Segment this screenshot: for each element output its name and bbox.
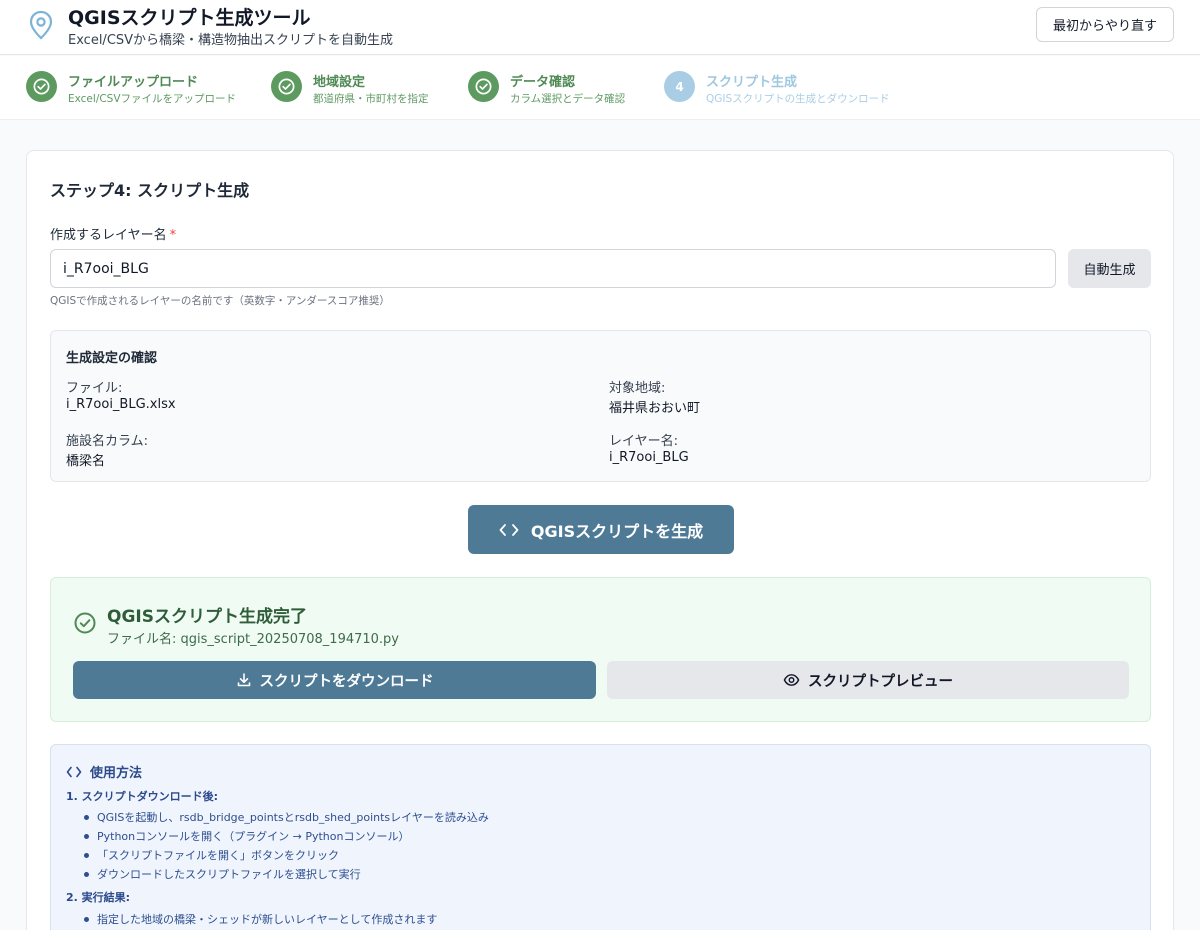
restart-button[interactable]: 最初からやり直す xyxy=(1036,7,1174,42)
file-value: i_R7ooi_BLG.xlsx xyxy=(66,397,176,412)
usage-list: QGISを起動し、rsdb_bridge_pointsとrsdb_shed_po… xyxy=(81,809,489,885)
download-icon xyxy=(237,673,250,687)
list-item: 「スクリプトファイルを開く」ボタンをクリック xyxy=(81,847,489,866)
usage-title-row: 使用方法 xyxy=(66,762,142,781)
step-title: スクリプト生成 xyxy=(706,75,798,90)
app-subtitle: Excel/CSVから橋梁・構造物抽出スクリプトを自動生成 xyxy=(68,33,394,48)
settings-title: 生成設定の確認 xyxy=(66,351,158,366)
step-title: 地域設定 xyxy=(313,75,366,90)
column-label: 施設名カラム: xyxy=(66,434,148,449)
check-circle-icon xyxy=(74,612,96,634)
step-desc: QGISスクリプトの生成とダウンロード xyxy=(706,93,890,105)
list-item: 指定した地域の橋梁・シェッドが新しいレイヤーとして作成されます xyxy=(81,911,437,930)
column-value: 橋梁名 xyxy=(66,454,106,469)
settings-summary: 生成設定の確認 ファイル: i_R7ooi_BLG.xlsx 対象地域: 福井県… xyxy=(50,330,1151,482)
step-desc: 都道府県・市町村を指定 xyxy=(313,93,429,105)
page-title: ステップ4: スクリプト生成 xyxy=(50,181,250,200)
required-mark: * xyxy=(169,228,177,243)
code-icon xyxy=(499,523,519,536)
layer-summary-value: i_R7ooi_BLG xyxy=(609,450,689,465)
usage-list: 指定した地域の橋梁・シェッドが新しいレイヤーとして作成されます xyxy=(81,911,437,930)
step-desc: Excel/CSVファイルをアップロード xyxy=(68,93,237,105)
step-number: 4 xyxy=(664,71,695,102)
map-pin-icon xyxy=(29,10,53,40)
list-item: QGISを起動し、rsdb_bridge_pointsとrsdb_shed_po… xyxy=(81,809,489,828)
check-circle-icon xyxy=(271,71,302,102)
usage-panel: 使用方法 1. スクリプトダウンロード後: QGISを起動し、rsdb_brid… xyxy=(50,744,1151,930)
download-script-label: スクリプトをダウンロード xyxy=(259,673,434,690)
file-label: ファイル: xyxy=(66,381,123,396)
step-desc: カラム選択とデータ確認 xyxy=(510,93,626,105)
layer-name-label-text: 作成するレイヤー名 xyxy=(50,228,167,243)
code-icon xyxy=(66,766,82,777)
generate-script-label: QGISスクリプトを生成 xyxy=(530,521,704,541)
layer-name-input[interactable] xyxy=(50,249,1056,288)
step-title: データ確認 xyxy=(510,75,576,90)
usage-title: 使用方法 xyxy=(90,766,143,781)
preview-script-label: スクリプトプレビュー xyxy=(808,673,953,690)
download-script-button[interactable]: スクリプトをダウンロード xyxy=(73,661,596,699)
eye-icon xyxy=(783,674,800,686)
region-value: 福井県おおい町 xyxy=(609,401,701,416)
app-header: QGISスクリプト生成ツール Excel/CSVから橋梁・構造物抽出スクリプトを… xyxy=(0,0,1200,55)
usage-section-title: 1. スクリプトダウンロード後: xyxy=(66,790,219,803)
auto-generate-button[interactable]: 自動生成 xyxy=(1068,249,1151,288)
success-filename: ファイル名: qgis_script_20250708_194710.py xyxy=(107,632,399,647)
app-title: QGISスクリプト生成ツール xyxy=(68,7,311,29)
check-circle-icon xyxy=(468,71,499,102)
success-title: QGISスクリプト生成完了 xyxy=(107,607,307,627)
success-panel: QGISスクリプト生成完了 ファイル名: qgis_script_2025070… xyxy=(50,577,1151,722)
list-item: ダウンロードしたスクリプトファイルを選択して実行 xyxy=(81,866,489,885)
region-label: 対象地域: xyxy=(609,381,666,396)
list-item: Pythonコンソールを開く（プラグイン → Pythonコンソール） xyxy=(81,828,489,847)
layer-name-hint: QGISで作成されるレイヤーの名前です（英数字・アンダースコア推奨） xyxy=(50,295,390,307)
check-circle-icon xyxy=(26,71,57,102)
usage-section-title: 2. 実行結果: xyxy=(66,891,131,904)
layer-name-label: 作成するレイヤー名 * xyxy=(50,224,176,243)
progress-stepper: ファイルアップロード Excel/CSVファイルをアップロード 地域設定 都道府… xyxy=(0,56,1200,120)
main-card: ステップ4: スクリプト生成 作成するレイヤー名* 自動生成 QGISで作成され… xyxy=(26,150,1174,930)
layer-summary-label: レイヤー名: xyxy=(609,434,678,449)
generate-script-button[interactable]: QGISスクリプトを生成 xyxy=(468,505,734,554)
step-title: ファイルアップロード xyxy=(68,75,199,90)
preview-script-button[interactable]: スクリプトプレビュー xyxy=(607,661,1129,699)
